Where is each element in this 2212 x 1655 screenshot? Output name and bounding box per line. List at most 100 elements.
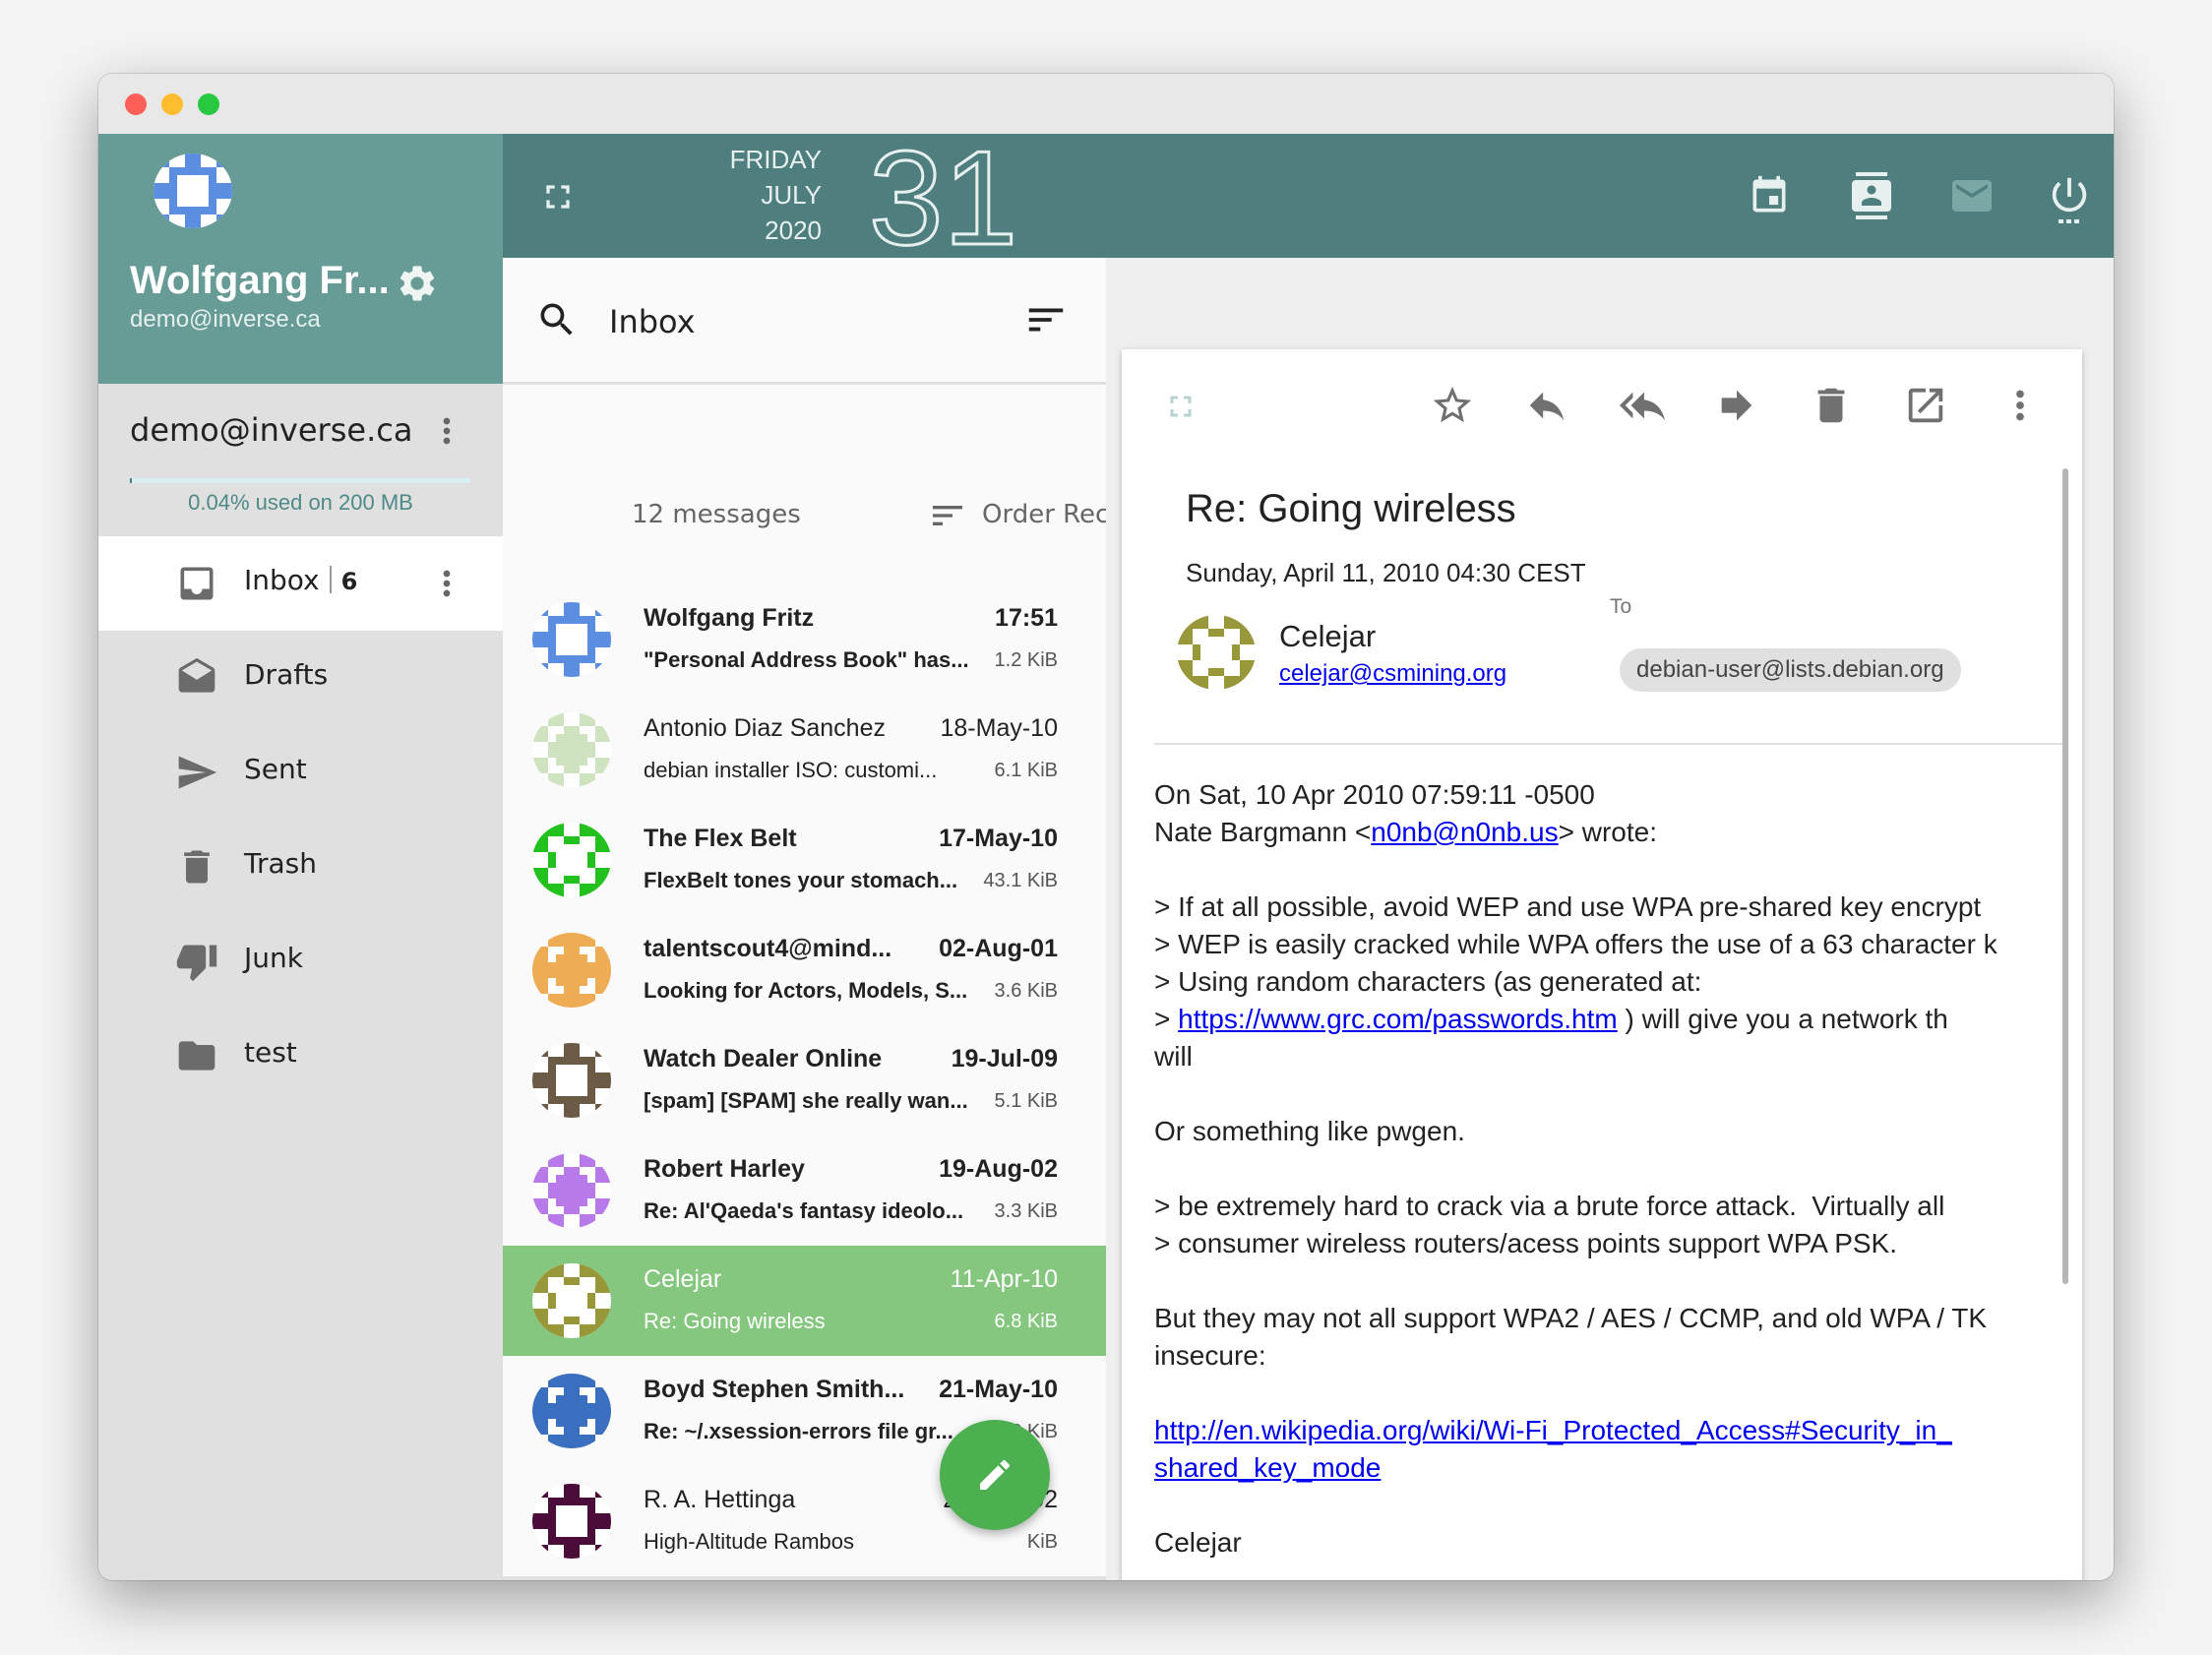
- close-window-button[interactable]: [125, 93, 147, 115]
- mailbox-account-label: demo@inverse.ca: [130, 411, 413, 449]
- folder-label: Junk: [244, 942, 303, 974]
- body-link[interactable]: shared_key_mode: [1154, 1452, 1381, 1483]
- sidebar-item-inbox[interactable]: Inbox 6: [98, 536, 503, 631]
- folder-icon: [175, 1034, 218, 1077]
- body-text: Or something like pwgen.: [1154, 1116, 1465, 1146]
- sidebar-item-test[interactable]: test: [98, 1009, 503, 1103]
- power-icon[interactable]: [2047, 172, 2092, 223]
- message-row[interactable]: The Flex Belt 17-May-10 FlexBelt tones y…: [503, 805, 1106, 915]
- body-text: --: [1154, 1564, 1173, 1580]
- body-text: insecure:: [1154, 1340, 1266, 1371]
- message-row[interactable]: Antonio Diaz Sanchez 18-May-10 debian in…: [503, 695, 1106, 805]
- sort-order-icon: [928, 496, 967, 535]
- message-date: 19-Aug-02: [939, 1155, 1058, 1183]
- message-date: 21-May-10: [939, 1376, 1058, 1403]
- search-icon[interactable]: [535, 298, 579, 341]
- message-subject: Re: Going wireless: [1186, 487, 1516, 530]
- sender-avatar: [532, 1482, 611, 1561]
- sidebar-item-sent[interactable]: Sent: [98, 725, 503, 820]
- gear-icon[interactable]: [396, 262, 443, 309]
- sender-avatar[interactable]: [1177, 613, 1256, 692]
- sender-name: Wolfgang Fritz: [644, 604, 815, 632]
- quota-bar: [130, 478, 470, 483]
- reply-all-icon[interactable]: [1620, 383, 1665, 428]
- message-subject: "Personal Address Book" has...: [644, 647, 969, 672]
- compose-button[interactable]: [940, 1420, 1050, 1530]
- message-row[interactable]: Celejar 11-Apr-10 Re: Going wireless 6.8…: [503, 1246, 1106, 1356]
- body-link[interactable]: https://www.grc.com/passwords.htm: [1178, 1004, 1618, 1034]
- message-size: 6.8 KiB: [994, 1311, 1058, 1332]
- message-size: 3.3 KiB: [994, 1200, 1058, 1222]
- body-text: > consumer wireless routers/acess points…: [1154, 1228, 1898, 1258]
- fullscreen-icon[interactable]: [538, 177, 578, 216]
- sender-avatar: [532, 1372, 611, 1450]
- thumb-down-icon: [175, 940, 218, 983]
- open-in-new-icon[interactable]: [1903, 383, 1948, 428]
- calendar-icon[interactable]: [1748, 174, 1791, 217]
- forward-icon[interactable]: [1714, 383, 1759, 428]
- day-number-text: 31: [869, 134, 1017, 258]
- sidebar: demo@inverse.ca 0.04% used on 200 MB Inb…: [98, 384, 503, 1580]
- account-more-icon[interactable]: [427, 411, 466, 451]
- body-line: insecure:: [1154, 1337, 2082, 1375]
- message-subject: debian installer ISO: customi...: [644, 758, 938, 782]
- message-body: On Sat, 10 Apr 2010 07:59:11 -0500 Nate B…: [1154, 776, 2082, 1580]
- body-line: [1154, 1487, 2082, 1524]
- message-size: 43.1 KiB: [983, 870, 1058, 891]
- star-icon[interactable]: [1430, 383, 1475, 428]
- message-date: 18-May-10: [940, 714, 1059, 742]
- account-avatar[interactable]: [154, 152, 232, 230]
- message-date: 17-May-10: [939, 825, 1058, 852]
- contacts-icon[interactable]: [1848, 172, 1895, 219]
- sender-avatar: [532, 600, 611, 679]
- quota-text: 0.04% used on 200 MB: [188, 490, 413, 515]
- pencil-icon: [975, 1455, 1014, 1495]
- sidebar-item-trash[interactable]: Trash: [98, 820, 503, 914]
- message-subject: Re: Going wireless: [644, 1309, 826, 1333]
- sender-name: Boyd Stephen Smith...: [644, 1376, 904, 1403]
- sender-email-link[interactable]: celejar@csmining.org: [1279, 660, 1506, 688]
- body-link[interactable]: http://en.wikipedia.org/wiki/Wi-Fi_Prote…: [1154, 1415, 1952, 1445]
- expand-icon[interactable]: [1163, 389, 1198, 424]
- message-row[interactable]: talentscout4@mind... 02-Aug-01 Looking f…: [503, 915, 1106, 1025]
- reply-icon[interactable]: [1524, 383, 1569, 428]
- sidebar-item-drafts[interactable]: Drafts: [98, 631, 503, 725]
- body-text: Celejar: [1154, 1527, 1242, 1558]
- delete-icon[interactable]: [1809, 383, 1854, 428]
- sender-name: Celejar: [644, 1265, 722, 1293]
- message-row[interactable]: Wolfgang Fritz 17:51 "Personal Address B…: [503, 584, 1106, 695]
- message-card: Re: Going wireless Sunday, April 11, 201…: [1122, 349, 2082, 1580]
- body-line: > consumer wireless routers/acess points…: [1154, 1225, 2082, 1262]
- sender-name: R. A. Hettinga: [644, 1486, 796, 1513]
- account-email: demo@inverse.ca: [130, 306, 321, 333]
- body-text: > be extremely hard to crack via a brute…: [1154, 1191, 1945, 1221]
- sender-avatar: [532, 821, 611, 899]
- minimize-window-button[interactable]: [161, 93, 183, 115]
- folder-label: Sent: [244, 753, 307, 785]
- message-size: 6.1 KiB: [994, 760, 1058, 781]
- zoom-window-button[interactable]: [198, 93, 219, 115]
- recipient-chip[interactable]: debian-user@lists.debian.org: [1620, 648, 1961, 692]
- mail-icon[interactable]: [1948, 172, 1996, 219]
- sidebar-item-junk[interactable]: Junk: [98, 914, 503, 1009]
- message-row[interactable]: Robert Harley 19-Aug-02 Re: Al'Qaeda's f…: [503, 1135, 1106, 1246]
- sort-icon[interactable]: [1023, 297, 1069, 342]
- more-icon[interactable]: [1997, 383, 2043, 428]
- separator: [329, 566, 332, 593]
- list-toolbar: Inbox: [503, 258, 1106, 385]
- message-row[interactable]: Ralph 06-May-10 Our Meds 4Less$$$ 2.5 Ki…: [503, 1576, 1106, 1580]
- folder-more-icon[interactable]: [427, 564, 466, 603]
- body-text: > Using random characters (as generated …: [1154, 966, 1702, 997]
- body-line: shared_key_mode: [1154, 1449, 2082, 1487]
- body-text: ) will give you a network th: [1617, 1004, 1948, 1034]
- order-label: Order Received: [982, 500, 1106, 529]
- folder-label: Trash: [244, 847, 317, 880]
- search-folder-label[interactable]: Inbox: [609, 303, 696, 340]
- body-line: > be extremely hard to crack via a brute…: [1154, 1188, 2082, 1225]
- body-link[interactable]: n0nb@n0nb.us: [1371, 817, 1558, 847]
- scrollbar[interactable]: [2062, 468, 2068, 1284]
- message-row[interactable]: Watch Dealer Online 19-Jul-09 [spam] [SP…: [503, 1025, 1106, 1135]
- unread-count: 6: [340, 568, 358, 595]
- body-line: --: [1154, 1562, 2082, 1580]
- body-line: Nate Bargmann <n0nb@n0nb.us> wrote:: [1154, 814, 2082, 851]
